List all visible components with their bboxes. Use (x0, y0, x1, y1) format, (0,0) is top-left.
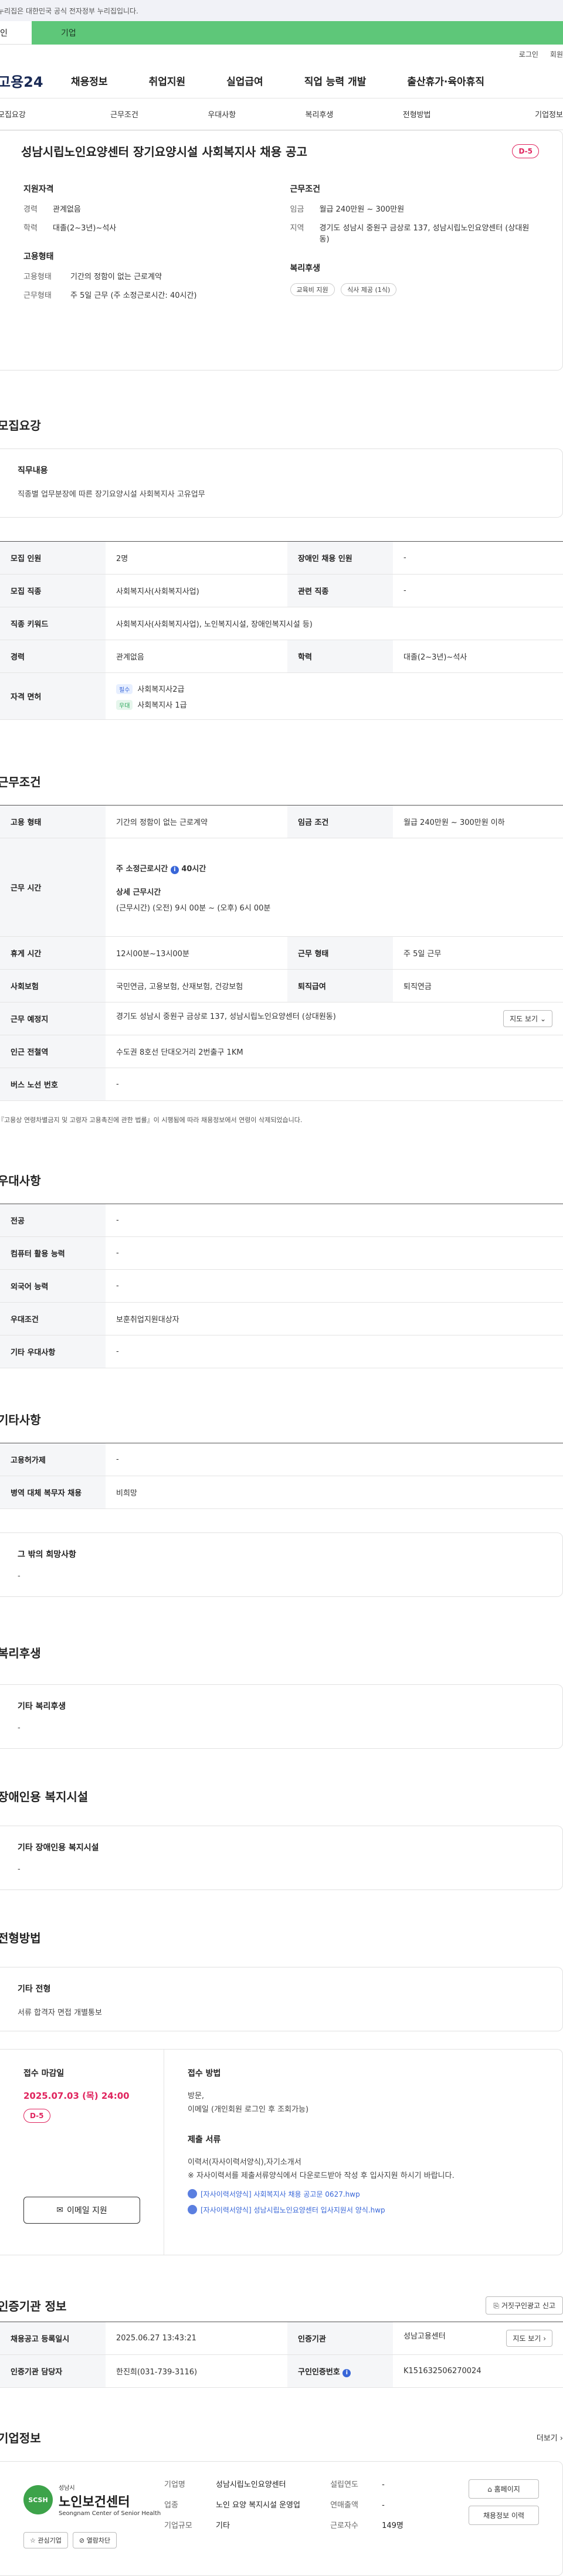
company-card: SCSH 성남시 노인보건센터 Seongnam Center of Senior … (0, 2461, 563, 2576)
info-icon[interactable]: i (170, 865, 179, 874)
etc-table: 고용허가제 - 병역 대체 복무자 채용 비희망 (0, 1443, 563, 1509)
gnb-item-leave[interactable]: 출산휴가·육아휴직 (407, 73, 484, 88)
section-disabled-title: 장애인용 복지시설 (0, 1790, 89, 1804)
chevron-down-icon: ⌄ (540, 1015, 546, 1023)
deadline: 2025.07.03 (목) 24:00 (23, 2091, 130, 2101)
utility-bar: 로그인 회원 (0, 45, 563, 63)
tab-welfare[interactable]: 복리후생 (270, 108, 368, 120)
duty-box: 직무내용 직종별 업무분장에 따른 장기요양시설 사회복지사 고유업무 (0, 448, 563, 518)
section-tabs: 모집요강 근무조건 우대사항 복리후생 전형방법 기업정보 (0, 98, 563, 130)
gnb-item-jobs[interactable]: 채용정보 (71, 73, 108, 88)
tab-recruit[interactable]: 모집요강 (0, 108, 76, 120)
file-link[interactable]: [자사이력서양식] 성남시립노인요양센터 입사지원서 양식.hwp (188, 2205, 539, 2215)
receipt-box: 접수 마감일 2025.07.03 (목) 24:00 D-5 ✉ 이메일 지원 … (0, 2049, 563, 2255)
info-icon[interactable]: i (342, 2368, 351, 2377)
report-button[interactable]: ⎘ 거짓구인광고 신고 (486, 2296, 563, 2315)
site-logo[interactable]: 고용24 (0, 70, 71, 91)
gnb-menu: 채용정보 취업지원 실업급여 직업 능력 개발 출산휴가·육아휴직 (71, 73, 525, 88)
map-button[interactable]: 지도 보기 ⌄ (503, 1010, 552, 1027)
section-etc-title: 기타사항 (0, 1413, 41, 1427)
disabled-box: 기타 장애인용 복지시설 - (0, 1826, 563, 1890)
section-work-title: 근무조건 (0, 775, 41, 789)
gnb-item-training[interactable]: 직업 능력 개발 (304, 73, 367, 88)
mail-icon: ✉ (56, 2205, 63, 2215)
gov-banner: 누리집은 대한민국 공식 전자정부 누리집입니다. (0, 0, 563, 21)
home-icon: ⌂ (487, 2485, 492, 2493)
section-pref-title: 우대사항 (0, 1174, 41, 1188)
summary-conditions: 근무조건 임금 월급 240만원 ~ 300만원 지역 경기도 성남시 중원구 금상… (290, 185, 530, 244)
other-wishes-box: 그 밖의 희망사항 - (0, 1532, 563, 1597)
login-link[interactable]: 로그인 (519, 49, 538, 59)
section-recruit-title: 모집요강 (0, 419, 41, 433)
age-notice: 『고용상 연령차별금지 및 고령자 고용촉진에 관한 법률』이 시행됨에 따라 … (0, 1116, 303, 1124)
global-nav: 고용24 채용정보 취업지원 실업급여 직업 능력 개발 출산휴가·육아휴직 (0, 63, 563, 98)
chevron-right-icon: › (543, 2334, 546, 2343)
dday-badge: D-5 (512, 144, 539, 158)
summary-employment: 고용형태 고용형태 기간의 정함이 없는 근로계약 근무형태 주 5일 근무 (주 … (23, 252, 197, 300)
summary-qualifications: 지원자격 경력 관계없음 학력 대졸(2~3년)~석사 (23, 185, 117, 233)
block-icon: ⊘ (79, 2537, 85, 2544)
welfare-chip: 식사 제공 (1식) (341, 283, 397, 296)
section-welfare-title: 복리후생 (0, 1646, 41, 1660)
agency-table: 채용공고 등록일시 2025.06.27 13:43:21 인증기관 성남고용센터 지도… (0, 2322, 563, 2388)
chevron-right-icon: › (559, 2434, 563, 2443)
gnb-item-employment-support[interactable]: 취업지원 (149, 73, 186, 88)
dday-badge: D-5 (23, 2109, 50, 2123)
company-logo: SCSH 성남시 노인보건센터 Seongnam Center of Senior … (23, 2479, 164, 2520)
welfare-chip: 교육비 지원 (290, 283, 335, 296)
homepage-button[interactable]: ⌂ 홈페이지 (469, 2479, 539, 2499)
required-badge: 필수 (116, 684, 133, 694)
section-agency-title: 인증기관 정보 (0, 2299, 67, 2313)
welfare-box: 기타 복리후생 - (0, 1684, 563, 1749)
tab-process[interactable]: 전형방법 (368, 108, 466, 120)
email-apply-button[interactable]: ✉ 이메일 지원 (23, 2197, 140, 2224)
file-icon (188, 2205, 197, 2215)
tab-company[interactable]: 기업정보 (466, 108, 563, 120)
logo-mark: SCSH (23, 2485, 53, 2514)
summary-welfare: 복리후생 교육비 지원 식사 제공 (1식) (290, 262, 540, 296)
map-button[interactable]: 지도 보기 › (506, 2330, 552, 2347)
tab-preferences[interactable]: 우대사항 (173, 108, 270, 120)
tab-conditions[interactable]: 근무조건 (76, 108, 173, 120)
report-icon: ⎘ (493, 2302, 500, 2310)
site-tabs: 인 기업 (0, 21, 563, 45)
star-icon: ☆ (30, 2537, 36, 2544)
job-title: 성남시립노인요양센터 장기요양시설 사회복지사 채용 공고 (21, 145, 307, 159)
preferred-badge: 우대 (116, 699, 133, 710)
process-box: 기타 전형 서류 합격자 면접 개별통보 (0, 1967, 563, 2031)
tab-company[interactable]: 기업 (32, 21, 563, 45)
recruit-table: 모집 인원 2명 장애인 채용 인원 - 모집 직종 사회복지사(사회복지사업) 관련 직… (0, 541, 563, 720)
block-button[interactable]: ⊘ 열람차단 (72, 2532, 117, 2548)
file-icon (188, 2189, 197, 2199)
favorite-button[interactable]: ☆ 관심기업 (23, 2532, 68, 2548)
work-table: 고용 형태 기간의 정함이 없는 근로계약 임금 조건 월급 240만원 ~ 300만… (0, 805, 563, 1101)
section-process-title: 전형방법 (0, 1931, 41, 1945)
gnb-item-unemployment[interactable]: 실업급여 (226, 73, 263, 88)
pref-table: 전공 - 컴퓨터 활용 능력 - 외국어 능력 - 우대조건 보훈취업지원대상자 기타 … (0, 1204, 563, 1368)
tab-individual[interactable]: 인 (0, 21, 32, 45)
file-link[interactable]: [자사이력서양식] 사회복지사 채용 공고문 0627.hwp (188, 2189, 539, 2199)
summary-card: 성남시립노인요양센터 장기요양시설 사회복지사 채용 공고 D-5 지원자격 경… (0, 130, 563, 371)
more-link[interactable]: 더보기 › (537, 2432, 563, 2443)
job-history-button[interactable]: 채용정보 이력 (469, 2506, 539, 2525)
section-company-title: 기업정보 (0, 2431, 41, 2445)
join-link[interactable]: 회원 (550, 49, 563, 59)
